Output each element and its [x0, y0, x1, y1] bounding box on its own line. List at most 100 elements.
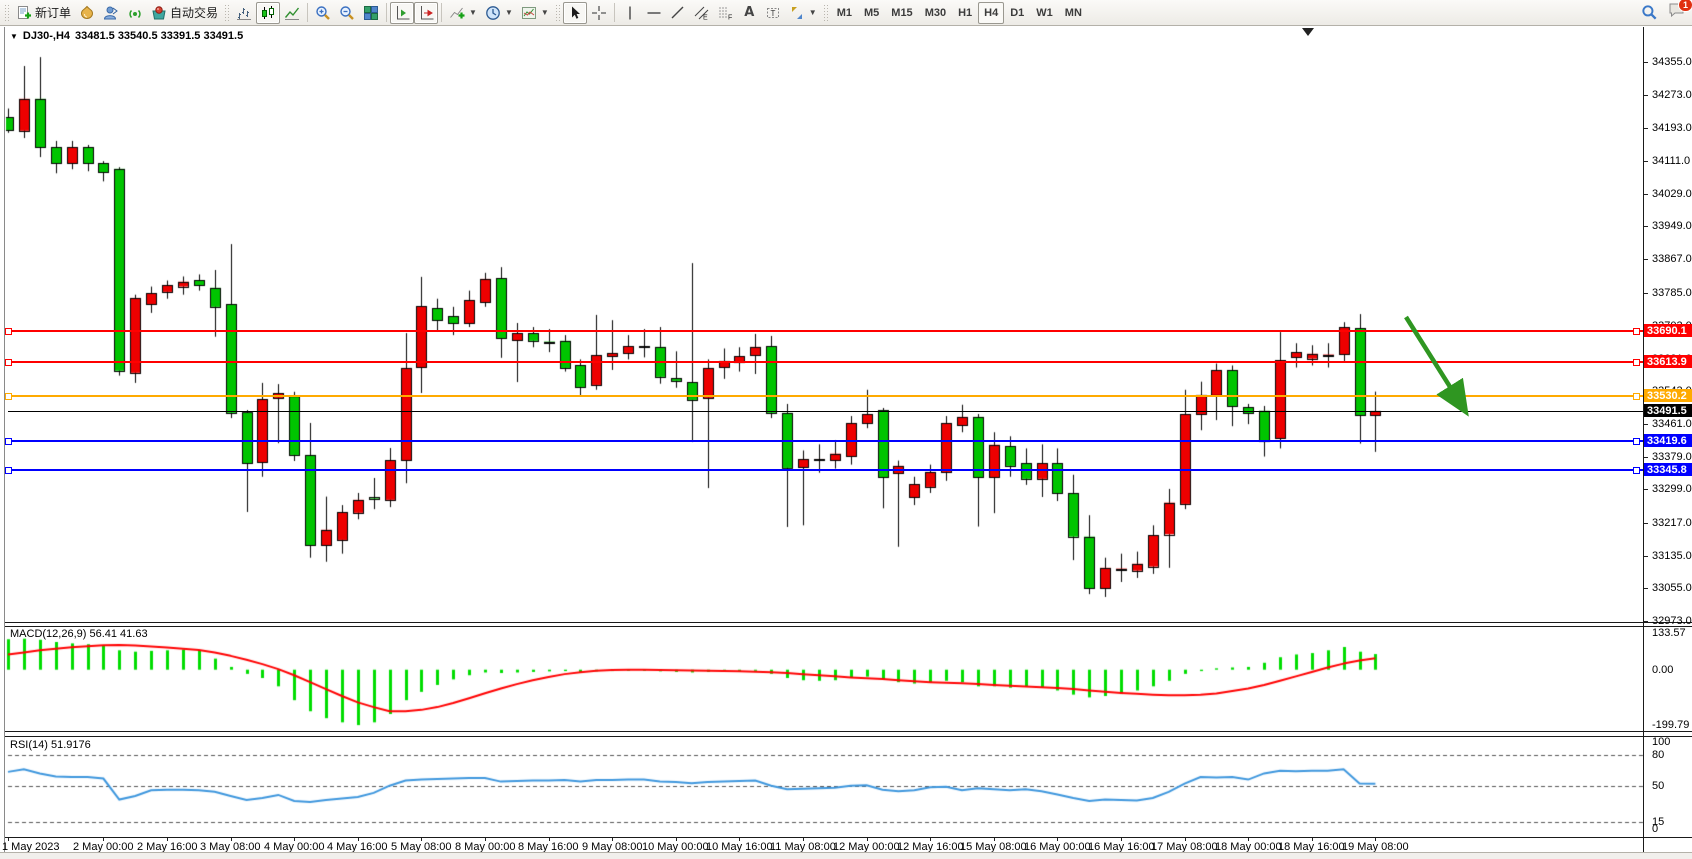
timeframe-button-m5[interactable]: M5 [858, 2, 885, 24]
timeframe-button-d1[interactable]: D1 [1004, 2, 1030, 24]
zoom-in-button[interactable] [311, 2, 335, 24]
profile-icon [103, 5, 119, 21]
chart-window: ▼ DJ30-,H4 33481.5 33540.5 33391.5 33491… [0, 27, 1692, 859]
periods-button[interactable]: ▼ [481, 2, 517, 24]
price-tick [1644, 259, 1648, 260]
chart-shift-button[interactable] [390, 2, 414, 24]
new-order-button[interactable]: 新订单 [12, 2, 75, 24]
hline-anchor-handle[interactable] [5, 467, 12, 474]
timeframe-button-m30[interactable]: M30 [919, 2, 952, 24]
red-horizontal-line[interactable] [8, 361, 1643, 363]
metaeditor-button[interactable] [75, 2, 99, 24]
price-level-badge: 33613.9 [1644, 355, 1692, 368]
candlestick-chart-button[interactable] [256, 2, 280, 24]
zoom-out-button[interactable] [335, 2, 359, 24]
current-price-line [8, 411, 1643, 412]
signals-button[interactable] [123, 2, 147, 24]
auto-trading-label: 自动交易 [170, 4, 218, 21]
profile-button[interactable] [99, 2, 123, 24]
horizontal-line-icon [646, 5, 662, 21]
price-level-badge: 33690.1 [1644, 324, 1692, 337]
indicators-icon [449, 5, 465, 21]
search-button[interactable] [1637, 2, 1662, 24]
macd-axis-label: 133.57 [1652, 627, 1686, 639]
horizontal-line-button[interactable] [642, 2, 666, 24]
hline-anchor-handle[interactable] [1633, 438, 1640, 445]
chart-shift-icon [394, 5, 410, 21]
chart-shift-marker[interactable] [1302, 28, 1314, 36]
toolbar-grip[interactable] [823, 4, 829, 22]
hline-anchor-handle[interactable] [5, 393, 12, 400]
tile-windows-button[interactable] [359, 2, 383, 24]
price-level-badge: 33530.2 [1644, 389, 1692, 402]
hline-anchor-handle[interactable] [5, 359, 12, 366]
templates-icon [521, 5, 537, 21]
hline-anchor-handle[interactable] [1633, 393, 1640, 400]
price-tick [1644, 457, 1648, 458]
fibonacci-icon: F [718, 5, 734, 21]
templates-button[interactable]: ▼ [517, 2, 553, 24]
price-tick [1644, 489, 1648, 490]
price-tick [1644, 161, 1648, 162]
trading-platform-window: 新订单 自动交易 [0, 0, 1692, 859]
timeframe-button-h1[interactable]: H1 [952, 2, 978, 24]
timeframe-button-m15[interactable]: M15 [885, 2, 918, 24]
rsi-axis-label: 80 [1652, 749, 1664, 761]
fibonacci-button[interactable]: F [714, 2, 738, 24]
tile-windows-icon [363, 5, 379, 21]
vertical-line-icon [622, 5, 638, 21]
equidistant-channel-button[interactable]: E [690, 2, 714, 24]
price-tick-label: 33217.0 [1652, 517, 1692, 529]
crosshair-button[interactable] [587, 2, 611, 24]
price-tick-label: 34273.0 [1652, 89, 1692, 101]
price-level-badge: 33491.5 [1644, 404, 1692, 417]
notification-badge: 1 [1678, 0, 1692, 12]
price-tick-label: 33379.0 [1652, 451, 1692, 463]
timeframe-button-w1[interactable]: W1 [1030, 2, 1059, 24]
hline-anchor-handle[interactable] [1633, 467, 1640, 474]
toolbar-grip[interactable] [224, 4, 230, 22]
hline-anchor-handle[interactable] [5, 438, 12, 445]
hline-anchor-handle[interactable] [5, 328, 12, 335]
text-button[interactable]: A [738, 2, 761, 24]
vertical-line-button[interactable] [618, 2, 642, 24]
toolbar-grip[interactable] [555, 4, 561, 22]
timeframe-button-mn[interactable]: MN [1059, 2, 1088, 24]
cursor-button[interactable] [563, 2, 587, 24]
trendline-button[interactable] [666, 2, 690, 24]
arrows-button[interactable]: ▼ [785, 2, 821, 24]
chart-title: ▼ DJ30-,H4 33481.5 33540.5 33391.5 33491… [10, 30, 243, 42]
timeframe-button-h4[interactable]: H4 [978, 2, 1004, 24]
price-tick-label: 33461.0 [1652, 418, 1692, 430]
notifications-button[interactable]: 1 [1668, 2, 1686, 23]
macd-indicator-label: MACD(12,26,9) 56.41 41.63 [10, 628, 148, 640]
indicators-caret-icon: ▼ [469, 8, 477, 17]
new-order-label: 新订单 [35, 4, 71, 21]
orange-horizontal-line[interactable] [8, 395, 1643, 397]
templates-caret-icon: ▼ [541, 8, 549, 17]
blue-horizontal-line[interactable] [8, 469, 1643, 471]
toolbar-grip[interactable] [4, 4, 10, 22]
price-tick [1644, 62, 1648, 63]
hline-anchor-handle[interactable] [1633, 328, 1640, 335]
red-horizontal-line[interactable] [8, 330, 1643, 332]
price-tick-label: 33867.0 [1652, 253, 1692, 265]
line-chart-button[interactable] [280, 2, 304, 24]
gold-lamp-icon [79, 5, 95, 21]
price-tick [1644, 621, 1648, 622]
symbol-dropdown-icon[interactable]: ▼ [10, 32, 18, 41]
window-bottom-strip [0, 852, 1692, 859]
cursor-icon [567, 5, 583, 21]
price-tick-label: 34111.0 [1652, 155, 1690, 167]
timeframe-button-m1[interactable]: M1 [831, 2, 858, 24]
blue-horizontal-line[interactable] [8, 440, 1643, 442]
price-tick-label: 32973.0 [1652, 615, 1692, 627]
auto-trading-button[interactable]: 自动交易 [147, 2, 222, 24]
price-tick [1644, 556, 1648, 557]
indicators-button[interactable]: ▼ [445, 2, 481, 24]
price-tick [1644, 588, 1648, 589]
hline-anchor-handle[interactable] [1633, 359, 1640, 366]
bar-chart-button[interactable] [232, 2, 256, 24]
auto-scroll-button[interactable] [414, 2, 438, 24]
text-label-button[interactable]: T [761, 2, 785, 24]
